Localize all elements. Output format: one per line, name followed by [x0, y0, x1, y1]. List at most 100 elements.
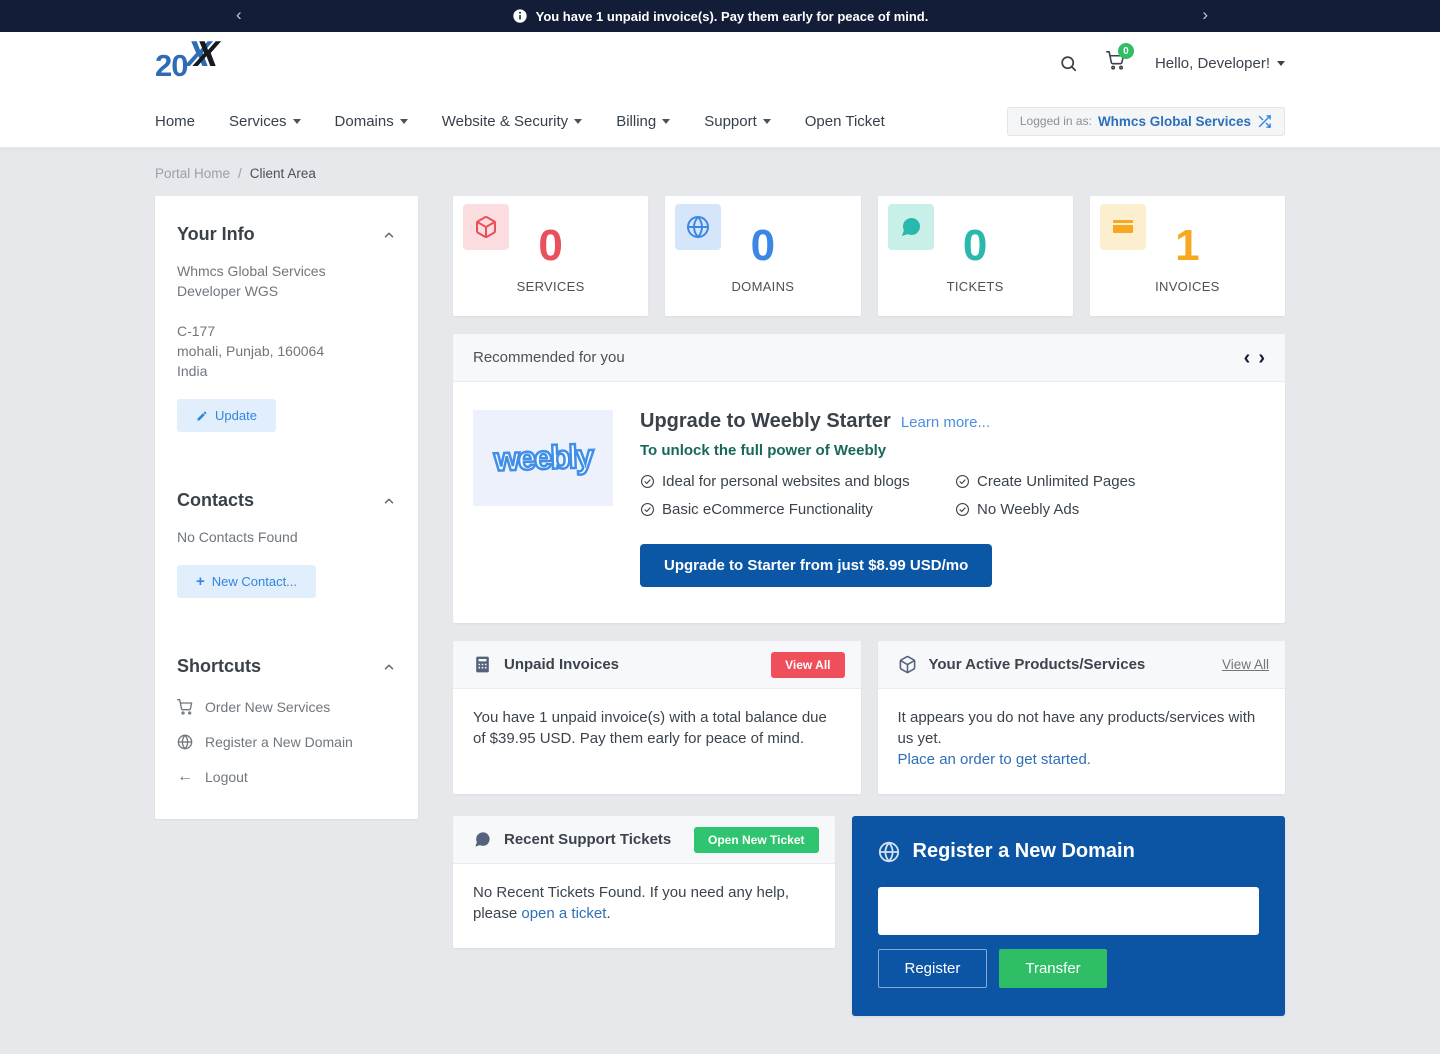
collapse-your-info-button[interactable] [382, 228, 396, 242]
recommended-header: Recommended for you [473, 349, 625, 366]
new-contact-button[interactable]: + New Contact... [177, 565, 316, 598]
open-new-ticket-button[interactable]: Open New Ticket [694, 827, 818, 853]
globe-icon [177, 734, 193, 750]
chevron-right-icon[interactable]: › [1202, 4, 1208, 26]
domains-count: 0 [751, 224, 775, 268]
nav-item-support[interactable]: Support [704, 113, 771, 130]
client-name: Whmcs Global Services [177, 261, 396, 281]
nav-item-domains[interactable]: Domains [335, 113, 408, 130]
carousel-prev-icon[interactable]: ‹ [1244, 348, 1251, 368]
chevron-down-icon [763, 119, 771, 124]
domains-label: DOMAINS [731, 279, 794, 294]
domain-search-input[interactable] [878, 887, 1260, 935]
cart-button[interactable]: 0 [1106, 51, 1125, 75]
notification-bar: ‹ You have 1 unpaid invoice(s). Pay them… [0, 0, 1440, 32]
logged-in-as-value: Whmcs Global Services [1098, 114, 1251, 129]
cart-icon [177, 699, 193, 715]
user-menu[interactable]: Hello, Developer! [1155, 55, 1285, 72]
client-address-line2: mohali, Punjab, 160064 [177, 341, 396, 361]
view-all-invoices-button[interactable]: View All [771, 652, 844, 678]
recommended-subtitle: To unlock the full power of Weebly [640, 442, 1265, 459]
box-icon [898, 655, 917, 674]
comments-icon [888, 204, 934, 250]
chevron-down-icon [574, 119, 582, 124]
main-nav: Home Services Domains Website & Security… [0, 94, 1440, 148]
check-circle-icon [640, 474, 655, 489]
collapse-shortcuts-button[interactable] [382, 660, 396, 674]
nav-item-billing[interactable]: Billing [616, 113, 670, 130]
nav-item-website-security[interactable]: Website & Security [442, 113, 582, 130]
transfer-domain-button[interactable]: Transfer [999, 949, 1106, 988]
tickets-label: TICKETS [947, 279, 1004, 294]
stat-card-domains[interactable]: 0 DOMAINS [665, 196, 860, 316]
active-products-title: Your Active Products/Services [929, 656, 1146, 673]
services-label: SERVICES [517, 279, 585, 294]
collapse-contacts-button[interactable] [382, 494, 396, 508]
pencil-icon [196, 410, 208, 422]
active-products-panel: Your Active Products/Services View All I… [878, 641, 1286, 794]
recommended-title: Upgrade to Weebly Starter [640, 410, 891, 433]
feature-item: No Weebly Ads [955, 501, 1265, 518]
view-all-products-link[interactable]: View All [1222, 657, 1269, 672]
weebly-logo: weebly [473, 410, 613, 506]
logo[interactable]: 20 X X [155, 42, 223, 84]
carousel-next-icon[interactable]: › [1258, 348, 1265, 368]
shortcut-order-new-services[interactable]: Order New Services [177, 699, 396, 715]
logo-text-20: 20 [155, 48, 187, 84]
greeting-text: Hello, Developer! [1155, 55, 1270, 72]
open-a-ticket-link[interactable]: open a ticket [521, 905, 606, 922]
logo-x-mark: X X [187, 42, 223, 76]
calculator-icon [473, 655, 492, 674]
nav-item-home[interactable]: Home [155, 113, 195, 130]
your-info-section: Your Info Whmcs Global Services Develope… [177, 224, 396, 432]
stat-card-invoices[interactable]: 1 INVOICES [1090, 196, 1285, 316]
tickets-count: 0 [963, 224, 987, 268]
learn-more-link[interactable]: Learn more... [901, 414, 990, 431]
unpaid-invoices-body: You have 1 unpaid invoice(s) with a tota… [453, 689, 861, 773]
register-domain-title: Register a New Domain [913, 840, 1135, 863]
header: 20 X X 0 Hello, Developer! [0, 32, 1440, 94]
logged-in-as-badge[interactable]: Logged in as: Whmcs Global Services [1007, 107, 1285, 136]
globe-icon [878, 841, 900, 863]
chevron-left-icon[interactable]: ‹ [236, 4, 242, 26]
stat-card-services[interactable]: 0 SERVICES [453, 196, 648, 316]
breadcrumb-separator: / [238, 166, 242, 181]
chevron-up-icon [382, 660, 396, 674]
sidebar: Your Info Whmcs Global Services Develope… [155, 196, 418, 819]
info-icon [512, 8, 528, 24]
upgrade-cta-button[interactable]: Upgrade to Starter from just $8.99 USD/m… [640, 544, 992, 587]
chevron-up-icon [382, 228, 396, 242]
no-contacts-text: No Contacts Found [177, 527, 396, 547]
register-domain-panel: Register a New Domain Register Transfer [852, 816, 1286, 1016]
unpaid-invoices-title: Unpaid Invoices [504, 656, 619, 673]
cart-count-badge: 0 [1118, 43, 1134, 59]
search-icon[interactable] [1059, 54, 1078, 73]
shortcut-register-new-domain[interactable]: Register a New Domain [177, 734, 396, 750]
shortcut-logout[interactable]: ← Logout [177, 769, 396, 785]
place-order-link[interactable]: Place an order to get started. [898, 751, 1091, 768]
invoices-count: 1 [1175, 224, 1199, 268]
feature-item: Ideal for personal websites and blogs [640, 473, 955, 490]
nav-item-services[interactable]: Services [229, 113, 301, 130]
shortcuts-title: Shortcuts [177, 656, 261, 677]
nav-item-open-ticket[interactable]: Open Ticket [805, 113, 885, 130]
active-products-body: It appears you do not have any products/… [898, 709, 1256, 747]
stats-row: 0 SERVICES 0 DOMAINS 0 TICKETS [453, 196, 1285, 316]
support-tickets-title: Recent Support Tickets [504, 831, 671, 848]
invoices-label: INVOICES [1155, 279, 1220, 294]
contacts-section: Contacts No Contacts Found + New Contact… [177, 490, 396, 598]
register-domain-button[interactable]: Register [878, 949, 988, 988]
shortcuts-section: Shortcuts Order New Services Register a … [177, 656, 396, 785]
arrow-left-icon: ← [177, 769, 193, 785]
breadcrumb-portal-home[interactable]: Portal Home [155, 166, 230, 181]
chevron-down-icon [1277, 61, 1285, 66]
logged-in-as-label: Logged in as: [1020, 114, 1092, 128]
box-icon [463, 204, 509, 250]
services-count: 0 [538, 224, 562, 268]
stat-card-tickets[interactable]: 0 TICKETS [878, 196, 1073, 316]
recommended-panel: Recommended for you ‹ › weebly Upgrade t… [453, 334, 1285, 623]
plus-icon: + [196, 576, 205, 588]
credit-card-icon [1100, 204, 1146, 250]
check-circle-icon [955, 474, 970, 489]
update-info-button[interactable]: Update [177, 399, 276, 432]
